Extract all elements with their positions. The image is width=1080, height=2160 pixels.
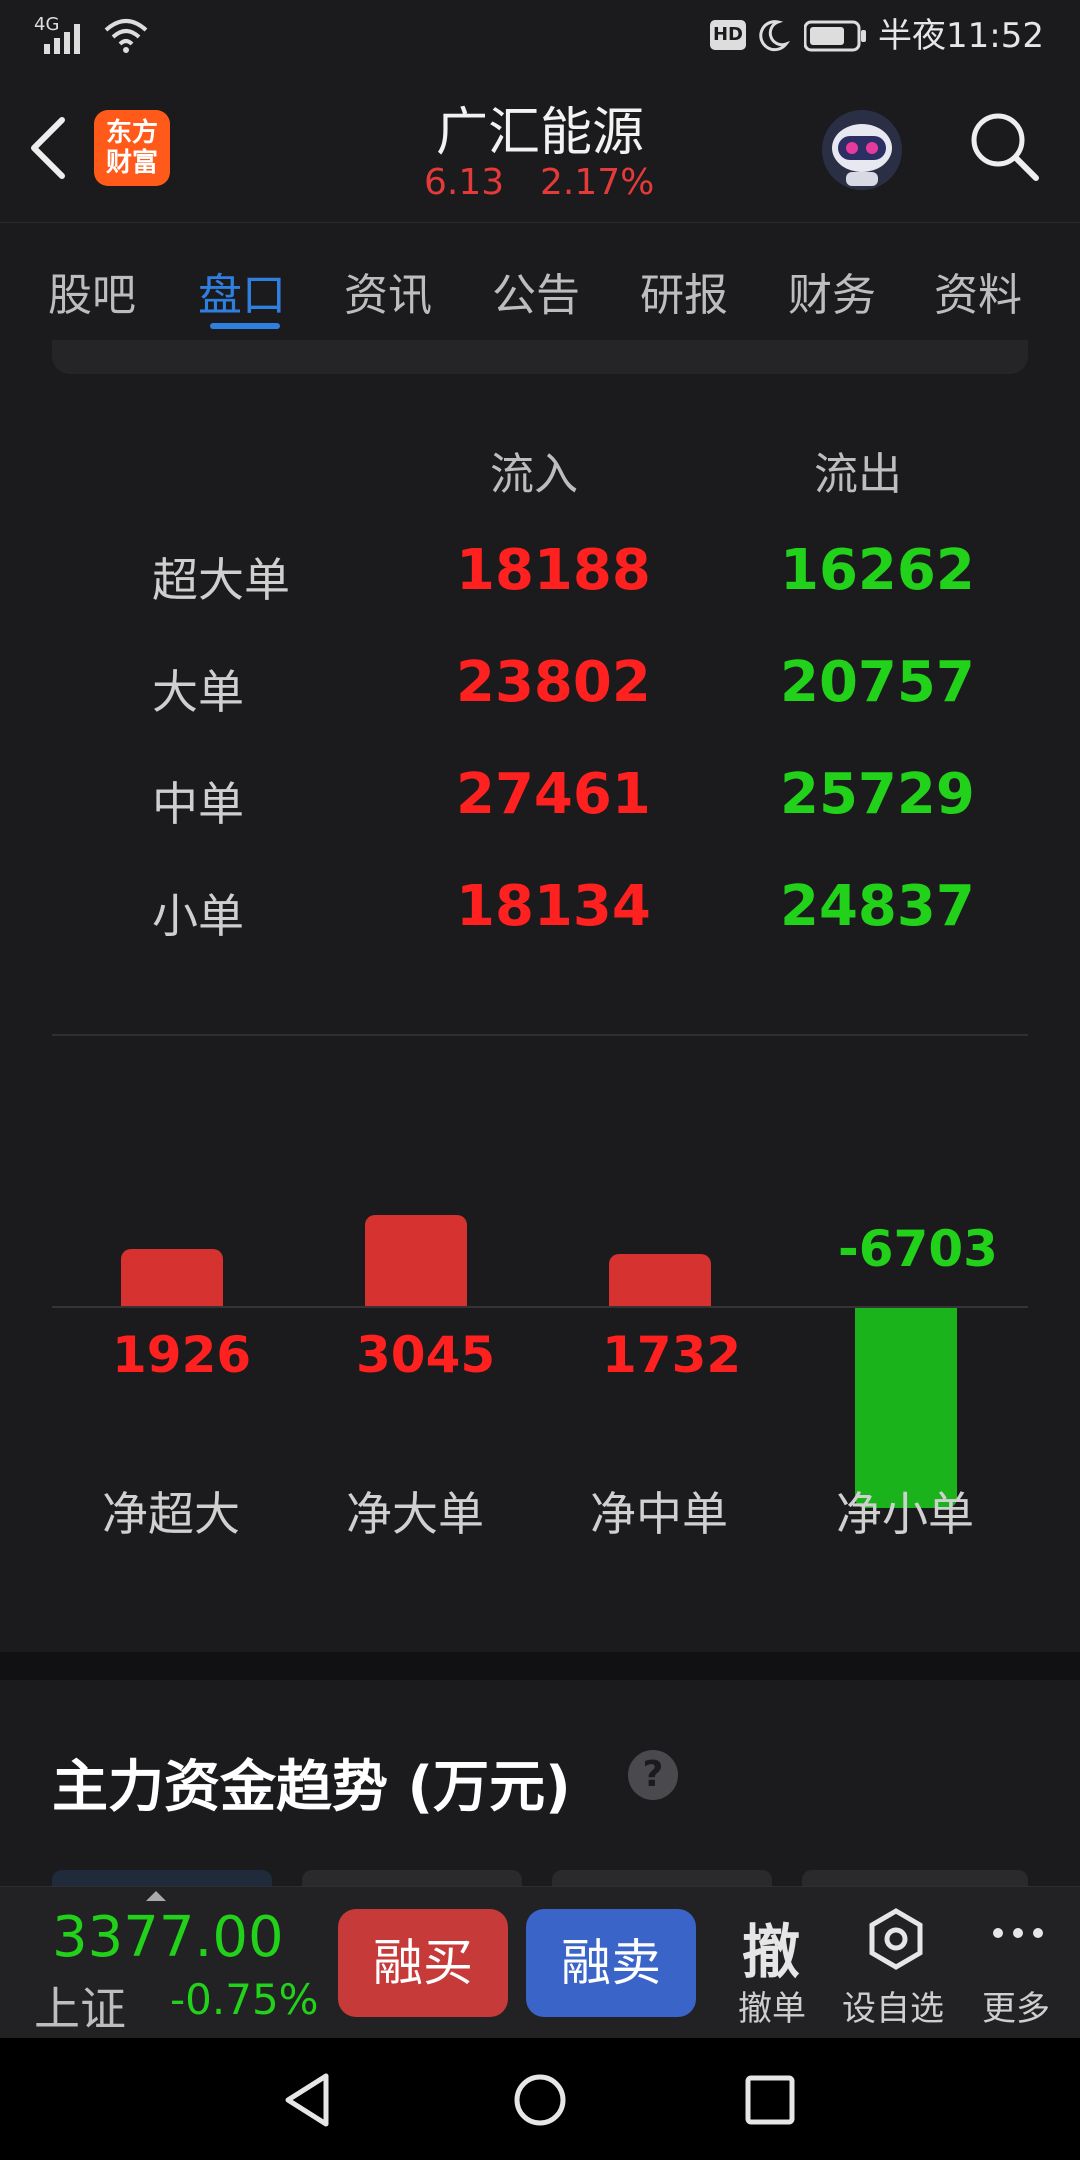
stock-price: 6.13 — [424, 162, 505, 203]
bottom-action-bar: 3377.00 上证 -0.75% 融买 融卖 撤 撤单 设自选 更多 — [0, 1886, 1080, 2039]
outflow-value: 24837 — [780, 874, 975, 939]
stock-header: 东方 财富 广汇能源 6.13 2.17% — [0, 72, 1080, 222]
stock-change-pct: 2.17% — [540, 162, 655, 203]
help-icon[interactable]: ? — [628, 1750, 678, 1800]
net-label-small: 净小单 — [836, 1487, 974, 1541]
row-label: 小单 — [152, 889, 244, 943]
index-value[interactable]: 3377.00 — [52, 1905, 284, 1970]
nav-back-icon[interactable] — [282, 2072, 332, 2128]
moon-icon — [759, 20, 790, 52]
add-watchlist-icon[interactable] — [864, 1907, 928, 1971]
inflow-value: 27461 — [456, 762, 651, 827]
tab-announcement[interactable]: 公告 — [492, 259, 580, 323]
wifi-icon — [104, 19, 148, 53]
net-value-large: 3045 — [356, 1326, 496, 1384]
nav-home-icon[interactable] — [512, 2072, 568, 2128]
system-nav-bar — [0, 2038, 1080, 2160]
net-flow-chart: 1926 3045 1732 -6703 净超大 净大单 净中单 净小单 — [0, 1100, 1080, 1580]
tab-finance[interactable]: 财务 — [788, 259, 876, 323]
hd-icon: HD — [710, 20, 746, 50]
previous-card-bottom — [52, 340, 1028, 374]
net-label-medium: 净中单 — [590, 1487, 728, 1541]
column-header-outflow: 流出 — [814, 449, 902, 500]
add-watchlist-label[interactable]: 设自选 — [842, 1981, 944, 2030]
margin-buy-button[interactable]: 融买 — [338, 1909, 508, 2017]
net-label-super-large: 净超大 — [102, 1487, 240, 1541]
net-bar-large — [365, 1215, 467, 1306]
net-label-large: 净大单 — [346, 1487, 484, 1541]
divider — [52, 1034, 1028, 1036]
net-bar-super-large — [121, 1249, 223, 1306]
tab-research[interactable]: 研报 — [640, 259, 728, 323]
stock-name: 广汇能源 — [435, 103, 644, 163]
tab-guba[interactable]: 股吧 — [48, 259, 136, 323]
outflow-value: 20757 — [780, 650, 975, 715]
robot-assistant-icon[interactable] — [816, 104, 908, 196]
row-label: 大单 — [152, 665, 244, 719]
net-value-medium: 1732 — [602, 1326, 742, 1384]
signal-icon — [44, 24, 80, 54]
active-tab-indicator — [210, 323, 280, 329]
row-label: 超大单 — [152, 553, 290, 607]
inflow-value: 18134 — [456, 874, 651, 939]
clock-time: 半夜11:52 — [878, 16, 1044, 56]
tab-news[interactable]: 资讯 — [344, 259, 432, 323]
index-name[interactable]: 上证 — [34, 1973, 126, 2039]
index-change[interactable]: -0.75% — [170, 1975, 319, 2024]
column-header-inflow: 流入 — [490, 449, 578, 500]
tab-bar: 股吧 盘口 资讯 公告 研报 财务 资料 — [0, 222, 1080, 342]
net-value-small: -6703 — [838, 1220, 998, 1278]
cancel-order-label[interactable]: 撤单 — [738, 1981, 806, 2030]
margin-sell-button[interactable]: 融卖 — [526, 1909, 696, 2017]
row-label: 中单 — [152, 777, 244, 831]
outflow-value: 16262 — [780, 538, 975, 603]
more-label[interactable]: 更多 — [982, 1981, 1050, 2030]
net-bar-medium — [609, 1254, 711, 1306]
section-separator — [0, 1652, 1080, 1680]
nav-recents-icon[interactable] — [744, 2074, 796, 2126]
tab-profile[interactable]: 资料 — [934, 259, 1022, 323]
capital-flow-panel: 流入 流出 超大单 18188 16262 大单 23802 20757 中单 … — [0, 340, 1080, 1650]
search-icon[interactable] — [966, 108, 1042, 184]
cancel-order-icon[interactable]: 撤 — [742, 1905, 800, 1989]
main-capital-trend-section: 主力资金趋势 (万元) ? — [0, 1680, 1080, 1890]
tab-pankou[interactable]: 盘口 — [198, 259, 286, 323]
inflow-value: 18188 — [456, 538, 651, 603]
expand-caret-icon[interactable] — [146, 1891, 166, 1901]
outflow-value: 25729 — [780, 762, 975, 827]
status-bar: 4G HD 半夜11:52 — [0, 0, 1080, 72]
battery-icon — [804, 20, 866, 52]
more-icon[interactable] — [990, 1923, 1046, 1943]
net-value-super-large: 1926 — [112, 1326, 252, 1384]
section-title: 主力资金趋势 (万元) — [52, 1755, 571, 1820]
inflow-value: 23802 — [456, 650, 651, 715]
